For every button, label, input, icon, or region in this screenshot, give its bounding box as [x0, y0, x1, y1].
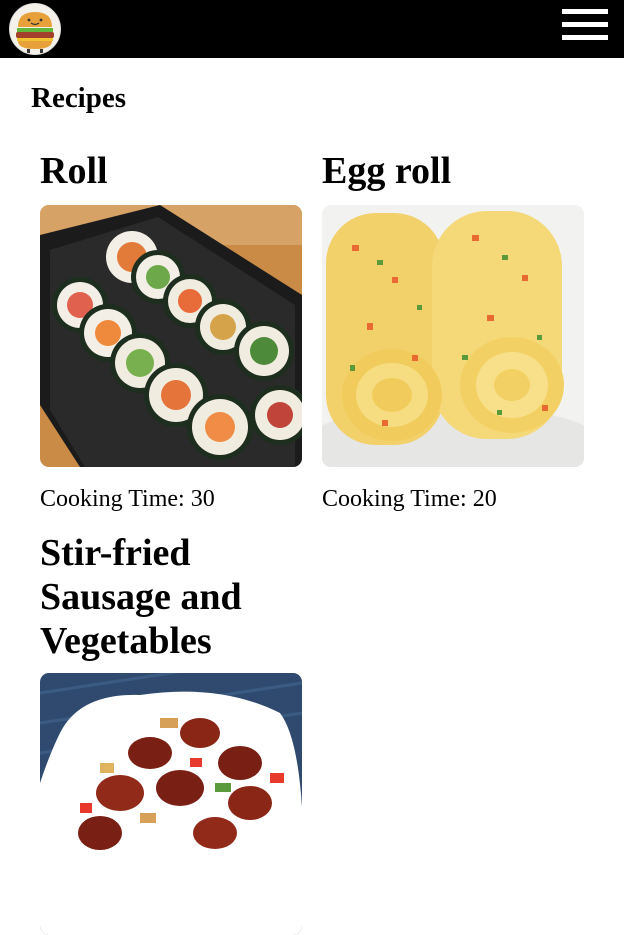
- page-title: Recipes: [31, 82, 127, 114]
- recipe-title[interactable]: Stir-fried Sausage and Vegetables: [40, 531, 302, 663]
- recipe-card[interactable]: Roll Cooking Time: 30: [40, 149, 302, 517]
- egg-roll-photo[interactable]: [322, 205, 584, 467]
- burger-logo-icon[interactable]: [9, 3, 61, 55]
- sausage-stirfry-photo[interactable]: [40, 673, 302, 935]
- kimbap-photo[interactable]: [40, 205, 302, 467]
- hamburger-menu-icon[interactable]: [562, 9, 608, 41]
- cooking-time: Cooking Time: 30: [40, 486, 215, 512]
- recipe-title[interactable]: Roll: [40, 149, 302, 193]
- recipe-card[interactable]: Egg roll Cooking Time: 20: [322, 149, 584, 517]
- recipe-title[interactable]: Egg roll: [322, 149, 584, 193]
- recipe-card[interactable]: Stir-fried Sausage and Vegetables: [40, 531, 302, 935]
- top-navbar: [0, 0, 624, 58]
- cooking-time: Cooking Time: 20: [322, 486, 497, 512]
